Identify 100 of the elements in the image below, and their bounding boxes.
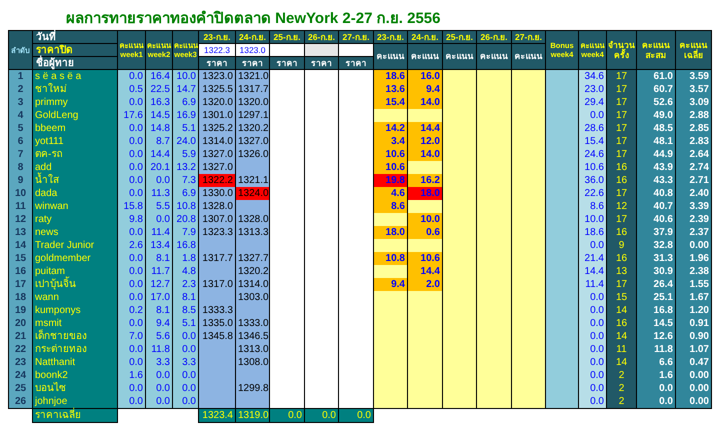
table-cell: 17.0	[146, 291, 172, 304]
table-cell: 0.00	[676, 382, 712, 395]
average-price-cell: 1319.0	[236, 408, 270, 422]
table-cell: 8.5	[172, 304, 198, 317]
table-cell: 18.6	[374, 70, 408, 83]
table-cell: 0.0	[118, 382, 146, 395]
table-cell: 16	[8, 265, 32, 278]
table-cell: 15	[606, 291, 636, 304]
table-cell: 1320.0	[236, 96, 270, 109]
table-cell: 6.9	[172, 96, 198, 109]
table-cell: 25.1	[636, 291, 676, 304]
table-cell: 17	[606, 148, 636, 161]
table-cell: 0.0	[118, 252, 146, 265]
table-cell: 14.4	[408, 265, 442, 278]
table-cell: 11.4	[146, 226, 172, 239]
table-cell: 1313.0	[236, 343, 270, 356]
table-cell: 8.6	[578, 200, 606, 213]
table-cell: 17	[8, 278, 32, 291]
table-cell: 7.3	[172, 174, 198, 187]
table-cell: 0.0	[118, 317, 146, 330]
table-cell: 1328.0	[236, 213, 270, 226]
table-cell: 9.8	[118, 213, 146, 226]
table-cell: 40.8	[636, 187, 676, 200]
table-cell: 2.40	[676, 187, 712, 200]
table-cell: 16	[606, 161, 636, 174]
table-cell: 1.20	[676, 304, 712, 317]
table-cell: ราคาเฉลี่ย	[32, 408, 118, 422]
table-cell: 9.4	[408, 83, 442, 96]
table-cell: 1330.0	[198, 187, 236, 200]
table-cell: 1324.0	[236, 187, 270, 200]
closing-price-cell: 1323.0	[236, 44, 270, 56]
table-cell: 37.9	[636, 226, 676, 239]
table-cell: 17	[606, 213, 636, 226]
table-cell: 5.9	[172, 148, 198, 161]
table-cell: 18	[8, 291, 32, 304]
table-cell: 14.0	[408, 148, 442, 161]
average-price-cell: 0.0	[338, 408, 374, 422]
table-cell: 0.00	[676, 395, 712, 408]
table-cell	[408, 109, 442, 122]
table-cell: 12.7	[146, 278, 172, 291]
table-cell: 0.0	[118, 291, 146, 304]
table-cell	[442, 70, 476, 83]
table-cell: raty	[32, 213, 118, 226]
table-cell	[374, 213, 408, 226]
table-cell: 2	[606, 395, 636, 408]
table-cell: 0.0	[578, 291, 606, 304]
table-cell: 0.0	[172, 369, 198, 382]
column-header: 25-ก.ย.	[270, 30, 304, 44]
table-cell: msmit	[32, 317, 118, 330]
table-cell: 49.0	[636, 109, 676, 122]
table-cell: 16	[606, 226, 636, 239]
table-cell	[374, 265, 408, 278]
table-cell: 7.0	[118, 330, 146, 343]
table-cell: 1.6	[636, 369, 676, 382]
table-cell: 15.4	[374, 96, 408, 109]
table-cell: 11.8	[146, 343, 172, 356]
table-cell	[374, 395, 408, 408]
table-cell: 2	[606, 369, 636, 382]
table-cell: 1313.3	[236, 226, 270, 239]
table-cell: เด็กชายของ	[32, 330, 118, 343]
column-header: คะแนน	[442, 44, 476, 70]
table-cell: 0.0	[578, 356, 606, 369]
table-cell: 20.1	[146, 161, 172, 174]
table-cell	[304, 395, 338, 408]
table-cell: 0.0	[118, 265, 146, 278]
table-cell: 30.9	[636, 265, 676, 278]
table-cell: 24	[8, 369, 32, 382]
table-cell: winwan	[32, 200, 118, 213]
column-header: 26-ก.ย.	[304, 30, 338, 44]
table-cell: 0.0	[578, 304, 606, 317]
table-cell: 1297.1	[236, 109, 270, 122]
column-header: 25-ก.ย.	[442, 30, 476, 44]
table-cell: 11	[8, 200, 32, 213]
column-header: ราคา	[198, 56, 236, 70]
table-cell: 25	[8, 382, 32, 395]
table-cell: 14.4	[146, 148, 172, 161]
table-cell	[408, 200, 442, 213]
table-cell: 1345.8	[198, 330, 236, 343]
table-cell: 1333.0	[236, 317, 270, 330]
table-cell: 2.83	[676, 135, 712, 148]
table-cell: 1.55	[676, 278, 712, 291]
table-cell: 44.9	[636, 148, 676, 161]
table-cell: 10.8	[172, 200, 198, 213]
table-cell: 22	[8, 343, 32, 356]
table-cell: 18.0	[374, 226, 408, 239]
table-cell: 1.6	[118, 369, 146, 382]
table-cell: 12.0	[408, 135, 442, 148]
table-cell: 1308.0	[236, 356, 270, 369]
table-cell: 0.0	[118, 174, 146, 187]
table-cell: 0.0	[172, 395, 198, 408]
table-cell: บอนไซ	[32, 382, 118, 395]
table-cell: 0.6	[408, 226, 442, 239]
table-cell: 17	[606, 278, 636, 291]
table-cell: 0.0	[118, 135, 146, 148]
table-cell: 0.0	[172, 343, 198, 356]
table-cell: 18.6	[578, 226, 606, 239]
table-cell: 0.0	[118, 226, 146, 239]
table-cell: 0.0	[578, 317, 606, 330]
table-cell	[374, 109, 408, 122]
column-header: คะแนน	[512, 44, 546, 70]
